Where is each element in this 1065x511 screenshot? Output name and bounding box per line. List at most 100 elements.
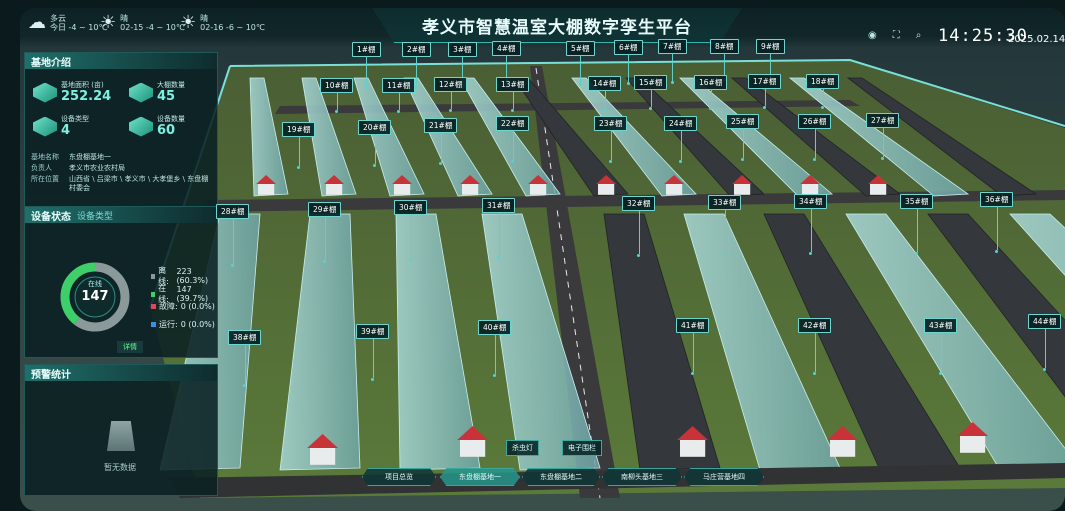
tab-base-1[interactable]: 东盘棚基地一 xyxy=(440,468,520,486)
farmhouse-b0 xyxy=(258,184,275,195)
tab-overview[interactable]: 项目总览 xyxy=(362,468,436,486)
greenhouse-label-26[interactable]: 26#棚 xyxy=(798,114,832,161)
weather-today: ☁ 多云 今日 -4 ~ 10℃ xyxy=(28,12,108,33)
title-banner: 孝义市智慧温室大棚数字孪生平台 xyxy=(372,8,742,43)
electronic-fence-tag[interactable]: 电子围栏 xyxy=(562,440,602,456)
farmhouse-f1 xyxy=(460,440,486,457)
greenhouse-label-21[interactable]: 21#棚 xyxy=(424,118,458,165)
page-title: 孝义市智慧温室大棚数字孪生平台 xyxy=(422,18,692,38)
device-type-icon xyxy=(33,116,57,137)
base-info-panel: 基地介绍 基地面积 (亩) 252.24 大棚数量 45 设备类型 4 设备数量 60 … xyxy=(24,52,218,210)
greenhouse-label-8[interactable]: 8#棚 xyxy=(710,39,739,82)
greenhouse-label-4[interactable]: 4#棚 xyxy=(492,41,521,88)
tab-base-3[interactable]: 南柳头基地三 xyxy=(602,468,682,486)
farmhouse-f2 xyxy=(680,440,706,457)
empty-data-icon xyxy=(107,421,135,451)
greenhouse-label-31[interactable]: 31#棚 xyxy=(482,198,516,259)
farmhouse-f3 xyxy=(830,440,856,457)
farmhouse-b4 xyxy=(530,184,547,195)
insect-lamp-tag[interactable]: 杀虫灯 xyxy=(506,440,539,456)
farmhouse-b5 xyxy=(598,184,615,195)
status-detail-button[interactable]: 详情 xyxy=(117,341,143,353)
stat-area: 基地面积 (亩) 252.24 xyxy=(33,81,111,104)
greenhouse-label-7[interactable]: 7#棚 xyxy=(658,39,687,84)
greenhouse-label-30[interactable]: 30#棚 xyxy=(394,200,428,261)
tab-base-4[interactable]: 马庄营基地四 xyxy=(684,468,764,486)
greenhouse-label-27[interactable]: 27#棚 xyxy=(866,113,900,160)
tool-icons: ◉ ⛶ ⌕ xyxy=(868,30,921,41)
donut-center: 在线 147 xyxy=(81,280,109,304)
greenhouse-label-35[interactable]: 35#棚 xyxy=(900,194,934,255)
sun-icon: ☀ xyxy=(100,12,117,33)
stat-device-types: 设备类型 4 xyxy=(33,115,89,138)
greenhouse-label-22[interactable]: 22#棚 xyxy=(496,116,530,163)
weather-day2: ☀ 晴 02-15 -4 ~ 10℃ xyxy=(100,12,185,33)
sun-icon: ☀ xyxy=(180,12,197,33)
greenhouse-label-9[interactable]: 9#棚 xyxy=(756,39,785,82)
greenhouse-label-28[interactable]: 28#棚 xyxy=(216,204,250,267)
device-type-tab[interactable]: 设备类型 xyxy=(77,209,113,222)
greenhouse-label-39[interactable]: 39#棚 xyxy=(356,324,390,381)
app-frame: 孝义市智慧温室大棚数字孪生平台 ☁ 多云 今日 -4 ~ 10℃ ☀ 晴 02-15… xyxy=(20,8,1065,511)
info-owner: 负责人 孝义市农业农村局 xyxy=(31,164,125,172)
greenhouse-label-25[interactable]: 25#棚 xyxy=(726,114,760,161)
greenhouse-label-20[interactable]: 20#棚 xyxy=(358,120,392,167)
stat-device-count: 设备数量 60 xyxy=(129,115,185,138)
date: 2025.02.14 星 xyxy=(1008,34,1065,45)
farmhouse-f0 xyxy=(310,448,336,465)
legend-running: 运行: 0 (0.0%) xyxy=(151,319,215,330)
greenhouse-label-2[interactable]: 2#棚 xyxy=(402,42,431,89)
greenhouse-label-38[interactable]: 38#棚 xyxy=(228,330,262,387)
greenhouse-label-19[interactable]: 19#棚 xyxy=(282,122,316,169)
info-name: 基地名称 东盘棚基地一 xyxy=(31,153,111,161)
greenhouse-label-1[interactable]: 1#棚 xyxy=(352,42,381,89)
greenhouse-label-24[interactable]: 24#棚 xyxy=(664,116,698,163)
weather-day3: ☀ 晴 02-16 -6 ~ 10℃ xyxy=(180,12,265,33)
greenhouse-label-43[interactable]: 43#棚 xyxy=(924,318,958,375)
farmhouse-b9 xyxy=(870,184,887,195)
greenhouse-label-3[interactable]: 3#棚 xyxy=(448,42,477,89)
legend-fault: 故障: 0 (0.0%) xyxy=(151,301,215,312)
panel-header: 设备状态 设备类型 xyxy=(25,207,217,223)
greenhouse-label-40[interactable]: 40#棚 xyxy=(478,320,512,377)
greenhouse-label-14[interactable]: 14#棚 xyxy=(588,76,622,111)
device-status-panel: 设备状态 设备类型 在线 147 离线: 223 (60.3%) 在线: 147 (3… xyxy=(24,206,218,358)
farmhouse-b3 xyxy=(462,184,479,195)
panel-header: 基地介绍 xyxy=(25,53,217,69)
greenhouse-icon xyxy=(129,82,153,103)
device-count-icon xyxy=(129,116,153,137)
greenhouse-label-15[interactable]: 15#棚 xyxy=(634,75,668,110)
greenhouse-label-10[interactable]: 10#棚 xyxy=(320,78,354,113)
greenhouse-label-11[interactable]: 11#棚 xyxy=(382,78,416,113)
tab-base-2[interactable]: 东盘棚基地二 xyxy=(522,468,600,486)
greenhouse-label-13[interactable]: 13#棚 xyxy=(496,77,530,112)
alarm-panel: 预警统计 xyxy=(24,364,218,496)
panel-header: 预警统计 xyxy=(25,365,217,381)
farmhouse-b1 xyxy=(326,184,343,195)
eye-icon[interactable]: ◉ xyxy=(868,30,877,41)
greenhouse-label-34[interactable]: 34#棚 xyxy=(794,194,828,255)
greenhouse-label-16[interactable]: 16#棚 xyxy=(694,75,728,110)
fullscreen-icon[interactable]: ⛶ xyxy=(893,30,900,41)
greenhouse-label-18[interactable]: 18#棚 xyxy=(806,74,840,109)
greenhouse-label-17[interactable]: 17#棚 xyxy=(748,74,782,109)
greenhouse-label-42[interactable]: 42#棚 xyxy=(798,318,832,375)
greenhouse-label-23[interactable]: 23#棚 xyxy=(594,116,628,163)
greenhouse-label-5[interactable]: 5#棚 xyxy=(566,41,595,86)
greenhouse-label-6[interactable]: 6#棚 xyxy=(614,40,643,85)
search-icon[interactable]: ⌕ xyxy=(916,30,922,41)
greenhouse-label-29[interactable]: 29#棚 xyxy=(308,202,342,263)
greenhouse-label-36[interactable]: 36#棚 xyxy=(980,192,1014,253)
greenhouse-label-33[interactable]: 33#棚 xyxy=(708,195,742,256)
farmhouse-b7 xyxy=(734,184,751,195)
greenhouse-label-12[interactable]: 12#棚 xyxy=(434,77,468,112)
info-location: 所在位置 山西省 \ 吕梁市 \ 孝义市 \ 大孝堡乡 \ 东盘棚村委会 xyxy=(31,175,209,192)
greenhouse-label-41[interactable]: 41#棚 xyxy=(676,318,710,375)
farmhouse-b2 xyxy=(394,184,411,195)
greenhouse-label-32[interactable]: 32#棚 xyxy=(622,196,656,257)
farmhouse-b6 xyxy=(666,184,683,195)
greenhouse-label-44[interactable]: 44#棚 xyxy=(1028,314,1062,371)
empty-data-text: 暂无数据 xyxy=(104,463,136,472)
farmhouse-f4 xyxy=(960,436,986,453)
cloud-icon: ☁ xyxy=(28,12,46,33)
